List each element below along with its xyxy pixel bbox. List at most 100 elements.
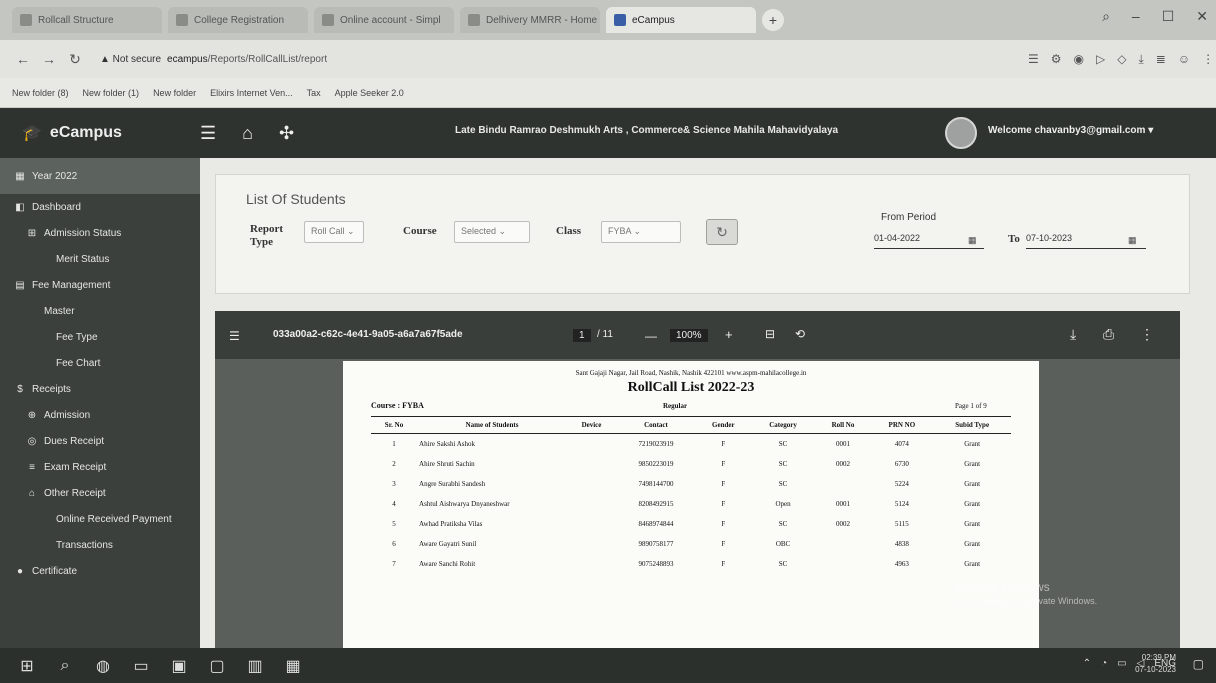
new-tab-button[interactable]: + xyxy=(762,9,784,31)
app-icon[interactable]: ▦ xyxy=(282,655,304,677)
bookmark-item[interactable]: New folder xyxy=(153,88,196,98)
sidebar-item[interactable]: ⊞ Admission Status xyxy=(0,220,200,246)
refresh-button[interactable]: ↻ xyxy=(706,219,738,245)
edge-browser-icon[interactable]: ◍ xyxy=(92,655,114,677)
not-secure-label: ▲ Not secure xyxy=(100,53,162,65)
bookmark-item[interactable]: New folder (8) xyxy=(12,88,69,98)
calendar-icon[interactable]: ▦ xyxy=(1128,235,1137,246)
play-icon[interactable]: ▷ xyxy=(1096,52,1105,67)
taskbar-clock[interactable]: 02:39 PM 07-10-2023 xyxy=(1135,652,1176,676)
forward-icon[interactable]: → xyxy=(38,51,60,67)
doc-address: Sant Gajaji Nagar, Jail Road, Nashik, Na… xyxy=(575,369,807,377)
hamburger-menu-icon[interactable]: ☰ xyxy=(200,123,216,144)
class-select[interactable]: FYBA ⌄ xyxy=(601,221,681,243)
notification-icon[interactable]: ▢ xyxy=(1193,657,1204,671)
app-icon[interactable]: ▢ xyxy=(206,655,228,677)
reader-icon[interactable]: ☰ xyxy=(1028,52,1039,67)
download-icon[interactable]: ⤓ xyxy=(1138,52,1143,67)
print-icon[interactable]: ⎙ xyxy=(1103,326,1114,343)
sidebar-item[interactable]: Master xyxy=(0,298,200,324)
file-explorer-icon[interactable]: ▭ xyxy=(130,655,152,677)
collections-icon[interactable]: ≣ xyxy=(1156,52,1166,67)
sidebar-item-label: Fee Management xyxy=(32,279,111,291)
welcome-user-menu[interactable]: Welcome chavanby3@gmail.com ▾ xyxy=(988,125,1153,136)
table-cell: F xyxy=(721,460,726,468)
bookmark-item[interactable]: Tax xyxy=(307,88,321,98)
browser-tab[interactable]: Online account - Simpl xyxy=(314,7,454,33)
report-type-select[interactable]: Roll Call ⌄ xyxy=(304,221,364,243)
browser-tab[interactable]: Rollcall Structure xyxy=(12,7,162,33)
sidebar-item[interactable]: Online Received Payment xyxy=(0,506,200,532)
fullscreen-icon[interactable]: ✣ xyxy=(279,123,294,144)
sidebar-year[interactable]: ▦ Year 2022 xyxy=(0,158,200,194)
sidebar-item[interactable]: Transactions xyxy=(0,532,200,558)
calendar-icon[interactable]: ▦ xyxy=(968,235,977,246)
search-icon[interactable]: ⌕ xyxy=(1102,8,1110,25)
url-field[interactable]: ▲ Not secure ecampus /Reports/RollCallLi… xyxy=(100,46,980,72)
zoom-out-icon[interactable]: — xyxy=(645,329,657,343)
table-cell: 9075248893 xyxy=(638,560,674,568)
browser-tab[interactable]: Delhivery MMRR - Home xyxy=(460,7,600,33)
reload-icon[interactable]: ↻ xyxy=(64,51,86,68)
app-brand[interactable]: 🎓 eCampus xyxy=(0,123,200,143)
sidebar-item[interactable]: ⌂ Other Receipt xyxy=(0,480,200,506)
fit-page-icon[interactable]: ⊟ xyxy=(765,327,775,341)
search-icon[interactable]: ⌕ xyxy=(54,655,76,677)
sidebar-item[interactable]: $ Receipts xyxy=(0,376,200,402)
pdf-zoom-input[interactable]: 100% xyxy=(670,329,708,342)
download-icon[interactable]: ⤓ xyxy=(1070,326,1076,343)
bookmark-item[interactable]: Elixirs Internet Ven... xyxy=(210,88,293,98)
course-label: Course xyxy=(403,225,437,237)
extension-icon[interactable]: ⚙ xyxy=(1051,52,1062,67)
sidebar-item[interactable]: Fee Type xyxy=(0,324,200,350)
pdf-page-input[interactable]: 1 xyxy=(573,329,591,342)
year-label: Year 2022 xyxy=(32,170,78,182)
sidebar-item[interactable]: ◧ Dashboard xyxy=(0,194,200,220)
sidebar-item[interactable]: Fee Chart xyxy=(0,350,200,376)
app-icon[interactable]: ▣ xyxy=(168,655,190,677)
bookmark-item[interactable]: New folder (1) xyxy=(83,88,140,98)
more-options-icon[interactable]: ⋮ xyxy=(1140,326,1154,343)
menu-icon[interactable]: ⋮ xyxy=(1202,52,1214,67)
table-cell: 5115 xyxy=(894,520,909,528)
maximize-icon[interactable]: ☐ xyxy=(1162,8,1175,25)
sidebar-item[interactable]: ≡ Exam Receipt xyxy=(0,454,200,480)
profile-icon[interactable]: ☺ xyxy=(1178,52,1190,67)
close-icon[interactable]: ✕ xyxy=(1196,8,1208,25)
battery-icon[interactable]: ▭ xyxy=(1117,658,1126,669)
app-icon[interactable]: ▥ xyxy=(244,655,266,677)
minimize-icon[interactable]: – xyxy=(1132,8,1140,25)
table-cell: F xyxy=(721,540,726,548)
pdf-page: Sant Gajaji Nagar, Jail Road, Nashik, Na… xyxy=(343,361,1039,648)
sidebar-item-label: Merit Status xyxy=(56,253,110,265)
pdf-menu-icon[interactable]: ☰ xyxy=(229,329,240,343)
extension-icon[interactable]: ◉ xyxy=(1074,52,1084,67)
back-icon[interactable]: ← xyxy=(12,51,34,67)
browser-tab-active[interactable]: eCampus xyxy=(606,7,756,33)
table-cell: Grant xyxy=(964,480,981,488)
sidebar-item[interactable]: ● Certificate xyxy=(0,558,200,584)
sidebar-item[interactable]: ◎ Dues Receipt xyxy=(0,428,200,454)
zoom-in-icon[interactable]: + xyxy=(725,327,733,342)
bookmark-item[interactable]: Apple Seeker 2.0 xyxy=(335,88,404,98)
clock-time: 02:39 PM xyxy=(1141,653,1176,662)
table-cell: Ahire Sakshi Ashok xyxy=(419,440,476,448)
chevron-up-icon[interactable]: ⌃ xyxy=(1083,658,1091,669)
sidebar-item[interactable]: Merit Status xyxy=(0,246,200,272)
rotate-icon[interactable]: ⟲ xyxy=(795,327,805,341)
network-icon[interactable]: ◔ xyxy=(1101,658,1107,669)
window-controls: ⌕ – ☐ ✕ xyxy=(1102,8,1208,25)
shield-icon[interactable]: ◇ xyxy=(1117,52,1126,67)
browser-tab[interactable]: College Registration xyxy=(168,7,308,33)
avatar[interactable] xyxy=(945,117,977,149)
sidebar-item[interactable]: ⊕ Admission xyxy=(0,402,200,428)
table-cell xyxy=(567,554,616,574)
course-select[interactable]: Selected ⌄ xyxy=(454,221,530,243)
table-cell xyxy=(567,534,616,554)
sidebar-item-icon: ⊕ xyxy=(27,409,37,421)
sidebar-item[interactable]: ▤ Fee Management xyxy=(0,272,200,298)
windows-start-icon[interactable]: ⊞ xyxy=(16,655,38,677)
table-cell: 4963 xyxy=(894,560,909,568)
home-icon[interactable]: ⌂ xyxy=(242,123,253,144)
table-cell: 4838 xyxy=(894,540,909,548)
